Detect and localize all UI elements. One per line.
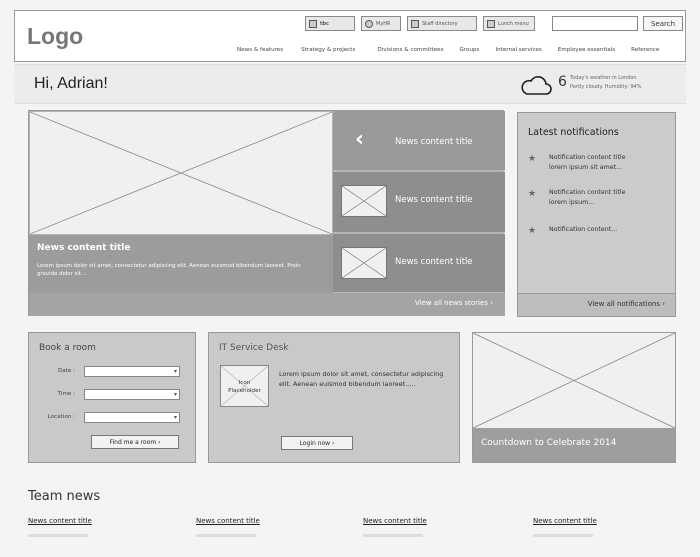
notifications-footer: View all notifications › xyxy=(518,293,675,316)
notification-line: Notification content title xyxy=(549,189,626,196)
notification-line: lorem ipsum sit amet... xyxy=(549,164,623,172)
news-hero-image[interactable] xyxy=(30,112,332,234)
weather-widget: 6 Today's weather in London Partly cloud… xyxy=(520,72,670,100)
search-input[interactable] xyxy=(552,16,638,31)
time-label: Time : xyxy=(57,391,75,397)
notification-item[interactable]: ★ Notification content... xyxy=(528,225,668,236)
smiley-icon xyxy=(365,19,373,28)
location-label: Location : xyxy=(47,414,75,420)
countdown-caption: Countdown to Celebrate 2014 xyxy=(473,428,675,462)
staff-directory-label: Staff directory xyxy=(422,20,458,27)
myhr-button-label: MyHR xyxy=(376,20,391,27)
notification-item[interactable]: ★ Notification content title lorem ipsum… xyxy=(528,188,668,208)
weather-temperature: 6 xyxy=(558,74,567,90)
it-service-desk-text: Lorem ipsum dolor sit amet, consectetur … xyxy=(279,370,444,389)
greeting-text: Hi, Adrian! xyxy=(34,75,108,92)
notifications-title: Latest notifications xyxy=(528,127,619,138)
news-hero-caption[interactable]: News content title Lorem ipsum dolor sit… xyxy=(29,235,333,293)
star-icon: ★ xyxy=(528,189,537,199)
countdown-image xyxy=(473,333,675,428)
it-service-desk-title: IT Service Desk xyxy=(219,343,289,353)
countdown-panel[interactable]: Countdown to Celebrate 2014 xyxy=(472,332,676,463)
icon-placeholder-label: Icon Placeholder xyxy=(221,379,268,396)
icon-placeholder-line1: Icon xyxy=(238,380,251,386)
weather-location: Today's weather in London xyxy=(570,75,637,81)
news-hero-title[interactable]: News content title xyxy=(37,243,131,253)
calendar-button[interactable]: tbc xyxy=(305,16,355,31)
weather-conditions: Partly cloudy. Humidity: 94% xyxy=(570,84,642,90)
nav-strategy-projects[interactable]: Strategy & projects xyxy=(301,47,355,53)
it-service-desk-panel: IT Service Desk Icon Placeholder Lorem i… xyxy=(208,332,460,463)
nav-groups[interactable]: Groups xyxy=(460,47,480,53)
news-side-title-3: News content title xyxy=(395,257,473,267)
nav-divisions-committees[interactable]: Divisions & committees xyxy=(377,47,443,53)
nav-reference[interactable]: Reference xyxy=(631,47,659,53)
chevron-left-icon[interactable]: ‹ xyxy=(355,127,364,152)
notification-line: Notification content title xyxy=(549,154,626,161)
nav-internal-services[interactable]: Internal services xyxy=(495,47,541,53)
book-room-title: Book a room xyxy=(39,343,96,353)
team-news-link-2[interactable]: News content title xyxy=(196,517,260,525)
notification-item[interactable]: ★ Notification content title lorem ipsum… xyxy=(528,153,668,173)
notifications-panel: Latest notifications ★ Notification cont… xyxy=(517,112,676,317)
view-all-news-bar: View all news stories › xyxy=(29,293,505,316)
greeting-bar: Hi, Adrian! 6 Today's weather in London … xyxy=(14,64,686,104)
search-button[interactable]: Search xyxy=(643,16,683,31)
lunch-menu-button[interactable]: Lunch menu xyxy=(483,16,535,31)
news-carousel: News content title Lorem ipsum dolor sit… xyxy=(28,110,505,316)
notification-line: Notification content... xyxy=(549,226,618,233)
calendar-icon xyxy=(309,19,317,28)
team-news-link-4[interactable]: News content title xyxy=(533,517,597,525)
main-nav: News & features Strategy & projects Divi… xyxy=(237,47,659,53)
news-side-title-2: News content title xyxy=(395,195,473,205)
logo[interactable]: Logo xyxy=(27,23,83,50)
news-side-title-1: News content title xyxy=(395,137,473,147)
icon-placeholder: Icon Placeholder xyxy=(220,365,269,407)
view-all-news-link[interactable]: View all news stories › xyxy=(415,299,493,307)
news-side-item-2[interactable]: News content title xyxy=(333,172,505,233)
cloud-icon xyxy=(521,76,552,95)
location-select[interactable]: ▾ xyxy=(84,412,180,423)
book-room-panel: Book a room Date : ▾ Time : ▾ Location :… xyxy=(28,332,196,463)
team-news-link-1[interactable]: News content title xyxy=(28,517,92,525)
myhr-button[interactable]: MyHR xyxy=(361,16,401,31)
news-side-item-3[interactable]: News content title xyxy=(333,234,505,293)
find-room-button[interactable]: Find me a room › xyxy=(91,435,179,449)
news-side-item-1[interactable]: ‹ News content title xyxy=(333,111,505,171)
staff-directory-button[interactable]: Staff directory xyxy=(407,16,477,31)
view-all-notifications-link[interactable]: View all notifications › xyxy=(588,300,665,308)
chevron-down-icon: ▾ xyxy=(173,391,177,398)
icon-placeholder-line2: Placeholder xyxy=(228,388,261,395)
header: Logo tbc MyHR Staff directory Lunch menu… xyxy=(14,10,686,62)
notification-line: lorem ipsum... xyxy=(549,199,595,207)
nav-employee-essentials[interactable]: Employee essentials xyxy=(558,47,615,53)
countdown-label: Countdown to Celebrate 2014 xyxy=(481,438,617,448)
team-news-snippet xyxy=(363,534,423,537)
user-icon xyxy=(411,19,419,28)
time-select[interactable]: ▾ xyxy=(84,389,180,400)
news-thumbnail xyxy=(341,247,387,279)
heart-icon xyxy=(487,19,495,28)
news-hero-text: Lorem ipsum dolor sit amet, consectetur … xyxy=(37,263,301,278)
chevron-down-icon: ▾ xyxy=(173,368,177,375)
nav-news-features[interactable]: News & features xyxy=(237,47,283,53)
lunch-menu-label: Lunch menu xyxy=(498,20,529,27)
star-icon: ★ xyxy=(528,226,537,236)
team-news-snippet xyxy=(533,534,593,537)
login-button[interactable]: Login now › xyxy=(281,436,353,450)
calendar-button-label: tbc xyxy=(320,20,329,27)
date-select[interactable]: ▾ xyxy=(84,366,180,377)
star-icon: ★ xyxy=(528,154,537,164)
team-news-snippet xyxy=(196,534,256,537)
date-label: Date : xyxy=(57,368,75,374)
team-news-snippet xyxy=(28,534,88,537)
team-news-link-3[interactable]: News content title xyxy=(363,517,427,525)
news-thumbnail xyxy=(341,185,387,217)
team-news-title: Team news xyxy=(28,489,101,504)
chevron-down-icon: ▾ xyxy=(173,414,177,421)
